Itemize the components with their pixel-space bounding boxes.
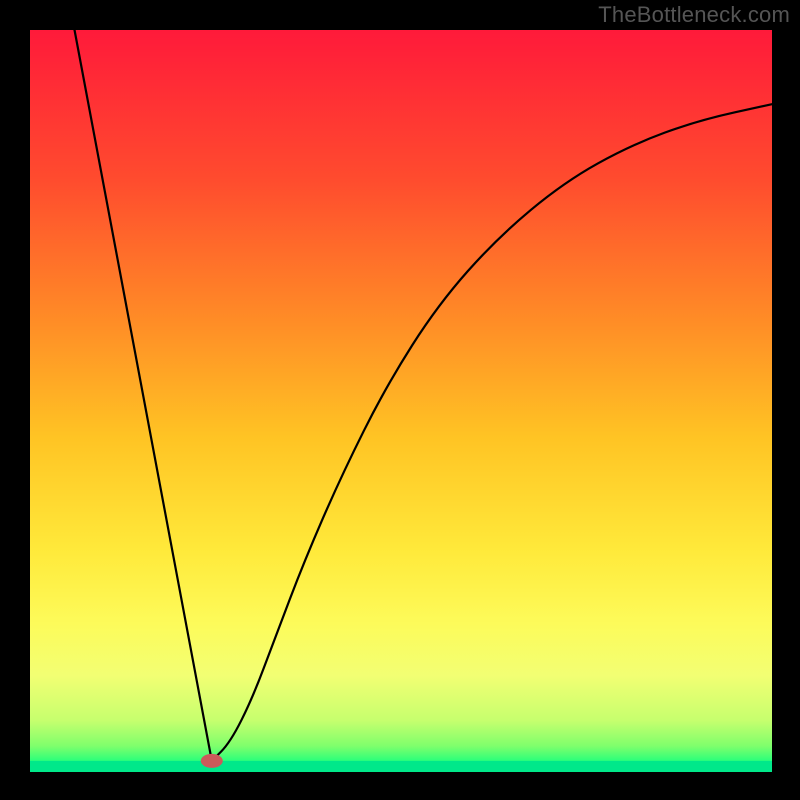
x-axis-band (30, 761, 772, 772)
chart-frame: TheBottleneck.com (0, 0, 800, 800)
watermark-text: TheBottleneck.com (598, 2, 790, 28)
bottleneck-chart (0, 0, 800, 800)
optimal-marker (201, 754, 223, 768)
plot-background (30, 30, 772, 772)
